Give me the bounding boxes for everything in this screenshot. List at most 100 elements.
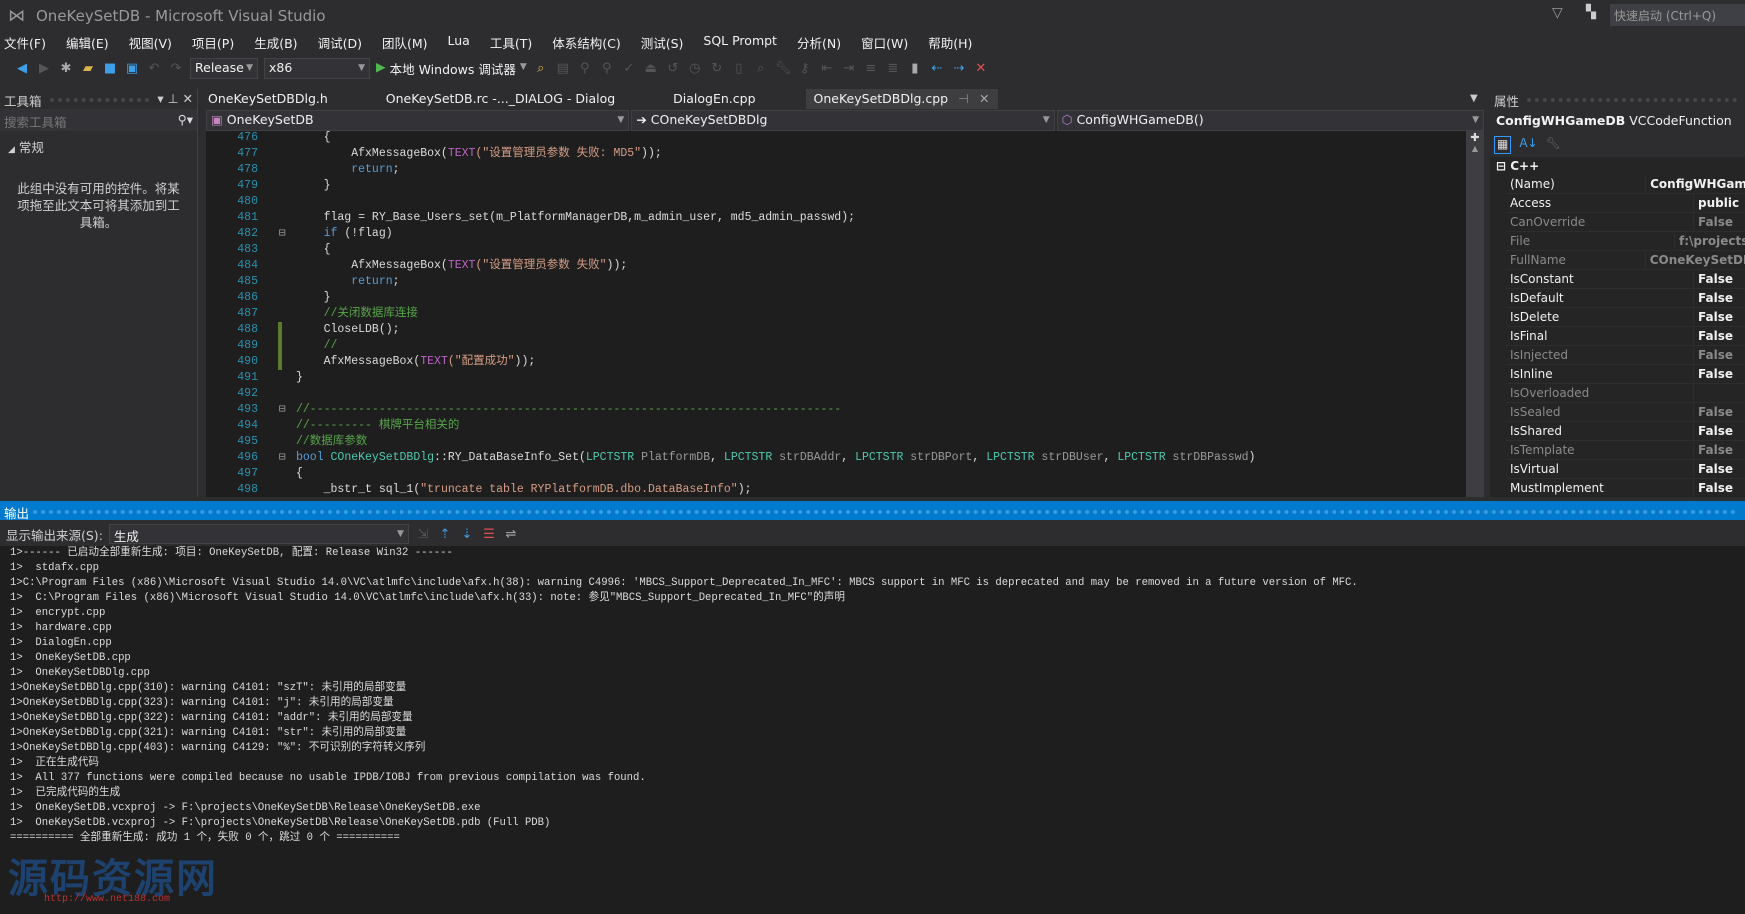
tab-document[interactable]: OneKeySetDB.rc -..._DIALOG - Dialog xyxy=(378,89,623,109)
menu-item[interactable]: 视图(V) xyxy=(129,31,172,53)
search-icon[interactable]: ⚲▾ xyxy=(178,112,193,128)
undo-history-icon[interactable]: ↺ xyxy=(665,61,681,76)
open-file-icon[interactable]: ▰ xyxy=(80,61,96,76)
property-value[interactable]: False xyxy=(1693,346,1737,364)
member-dropdown[interactable]: ⬡ ConfigWHGameDB() ▼ xyxy=(1056,110,1484,131)
pin-icon[interactable]: ⊣ xyxy=(958,91,969,107)
pin-icon[interactable]: ⊥ xyxy=(168,91,179,107)
word-wrap-icon[interactable]: ⇌ xyxy=(503,527,519,542)
menu-item[interactable]: SQL Prompt xyxy=(703,31,777,53)
menu-item[interactable]: 帮助(H) xyxy=(928,31,972,53)
search-icon[interactable]: ⌕ xyxy=(753,61,769,76)
property-row[interactable]: IsSealed False xyxy=(1506,403,1745,422)
property-row[interactable]: IsInjected False xyxy=(1506,346,1745,365)
solution-configuration-select[interactable]: Release ▼ xyxy=(190,57,258,79)
close-tab-icon[interactable]: ✕ xyxy=(979,91,989,107)
tab-document[interactable]: DialogEn.cpp xyxy=(665,89,763,109)
undo-icon[interactable]: ↶ xyxy=(146,61,162,76)
menu-item[interactable]: 项目(P) xyxy=(192,31,234,53)
property-row[interactable]: CanOverride False xyxy=(1506,213,1745,232)
database-icon[interactable]: ▯ xyxy=(731,61,747,76)
toolbox-search-input[interactable]: 搜索工具箱 ⚲▾ xyxy=(0,109,197,131)
scroll-up-icon[interactable]: ▲ xyxy=(1466,144,1484,153)
menu-item[interactable]: 工具(T) xyxy=(490,31,532,53)
save-icon[interactable]: ■ xyxy=(102,61,118,76)
property-value[interactable]: False xyxy=(1693,365,1737,383)
save-all-icon[interactable]: ▣ xyxy=(124,61,140,76)
bookmark-icon[interactable]: ▮ xyxy=(907,61,923,76)
property-row[interactable]: FullName COneKeySetDBDlg xyxy=(1506,251,1745,270)
menu-item[interactable]: 调试(D) xyxy=(318,31,362,53)
property-value[interactable]: False xyxy=(1693,441,1737,459)
toolbar-icon[interactable]: ▤ xyxy=(555,61,571,76)
property-row[interactable]: IsDefault False xyxy=(1506,289,1745,308)
property-pages-icon[interactable]: 🔧︎ xyxy=(1546,136,1561,154)
refresh-icon[interactable]: ↻ xyxy=(709,61,725,76)
next-bookmark-icon[interactable]: ⇢ xyxy=(951,61,967,76)
check-icon[interactable]: ✓ xyxy=(621,61,637,76)
project-dropdown[interactable]: ▣ OneKeySetDB ▼ xyxy=(206,110,630,131)
find-message-in-code-icon[interactable]: ⇲ xyxy=(415,527,431,542)
property-value[interactable]: False xyxy=(1693,289,1737,307)
property-row[interactable]: IsFinal False xyxy=(1506,327,1745,346)
clear-bookmarks-icon[interactable]: ✕ xyxy=(973,61,989,76)
quick-launch-input[interactable]: 快速启动 (Ctrl+Q) xyxy=(1610,4,1745,26)
property-value[interactable]: False xyxy=(1693,327,1737,345)
redo-icon[interactable]: ↷ xyxy=(168,61,184,76)
solution-platform-select[interactable]: x86 ▼ xyxy=(264,57,370,79)
next-message-icon[interactable]: ⇣ xyxy=(459,527,475,542)
upload-icon[interactable]: ⏏ xyxy=(643,61,659,76)
property-value[interactable]: False xyxy=(1693,403,1737,421)
back-icon[interactable]: ◀ xyxy=(14,61,30,76)
property-value[interactable] xyxy=(1693,384,1702,402)
class-dropdown[interactable]: ➔ COneKeySetDBDlg ▼ xyxy=(631,110,1055,131)
feedback-icon[interactable]: ▚ xyxy=(1586,5,1596,20)
panel-grip[interactable] xyxy=(49,98,150,107)
tab-document[interactable]: OneKeySetDBDlg.cpp ⊣ ✕ xyxy=(805,89,998,109)
menu-item[interactable]: 分析(N) xyxy=(797,31,841,53)
properties-object-selector[interactable]: ConfigWHGameDB VCCodeFunction xyxy=(1490,109,1745,133)
comment-icon[interactable]: ≡ xyxy=(863,61,879,76)
step-icon[interactable]: ⚲ xyxy=(599,61,615,76)
new-project-icon[interactable]: ✱ xyxy=(58,61,74,76)
property-row[interactable]: Access public xyxy=(1506,194,1745,213)
menu-item[interactable]: 文件(F) xyxy=(4,31,46,53)
property-row[interactable]: MustImplement False xyxy=(1506,479,1745,498)
property-value[interactable]: ConfigWHGameDB xyxy=(1645,175,1745,193)
code-editor[interactable]: 476 {477 AfxMessageBox(TEXT("设置管理员参数 失败:… xyxy=(206,131,1466,497)
panel-grip[interactable] xyxy=(1527,98,1737,107)
menu-item[interactable]: Lua xyxy=(448,31,470,53)
property-row[interactable]: (Name) ConfigWHGameDB xyxy=(1506,175,1745,194)
menu-item[interactable]: 测试(S) xyxy=(641,31,684,53)
tab-document[interactable]: OneKeySetDBDlg.h xyxy=(200,89,336,109)
previous-bookmark-icon[interactable]: ⇠ xyxy=(929,61,945,76)
previous-message-icon[interactable]: ⇡ xyxy=(437,527,453,542)
uncomment-icon[interactable]: ≣ xyxy=(885,61,901,76)
property-value[interactable]: False xyxy=(1693,270,1737,288)
property-row[interactable]: File f:\projects xyxy=(1506,232,1745,251)
property-value[interactable]: False xyxy=(1693,213,1737,231)
property-value[interactable]: False xyxy=(1693,479,1737,497)
notification-filter-icon[interactable]: ▽ xyxy=(1552,5,1563,21)
find-in-files-icon[interactable]: ⌕ xyxy=(533,61,549,76)
property-row[interactable]: IsConstant False xyxy=(1506,270,1745,289)
property-row[interactable]: IsInline False xyxy=(1506,365,1745,384)
alphabetical-sort-icon[interactable]: A↓ xyxy=(1519,136,1537,154)
property-row[interactable]: IsOverloaded xyxy=(1506,384,1745,403)
split-icon[interactable]: ✚ xyxy=(1466,131,1484,144)
menu-item[interactable]: 窗口(W) xyxy=(861,31,908,53)
wrench-dropdown-icon[interactable]: ⚷ xyxy=(797,61,813,76)
category-cpp[interactable]: ⊟ C++ xyxy=(1490,157,1745,175)
menu-item[interactable]: 生成(B) xyxy=(254,31,297,53)
menu-item[interactable]: 编辑(E) xyxy=(66,31,109,53)
property-value[interactable]: f:\projects xyxy=(1673,232,1745,250)
forward-icon[interactable]: ▶ xyxy=(36,61,52,76)
editor-vertical-scrollbar[interactable]: ✚ ▲ xyxy=(1466,131,1484,497)
property-row[interactable]: IsShared False xyxy=(1506,422,1745,441)
indent-icon[interactable]: ⇤ xyxy=(819,61,835,76)
dropdown-icon[interactable]: ▾ xyxy=(157,91,163,107)
history-icon[interactable]: ◷ xyxy=(687,61,703,76)
property-value[interactable]: False xyxy=(1693,422,1737,440)
property-value[interactable]: False xyxy=(1693,308,1737,326)
property-value[interactable]: False xyxy=(1693,460,1737,478)
